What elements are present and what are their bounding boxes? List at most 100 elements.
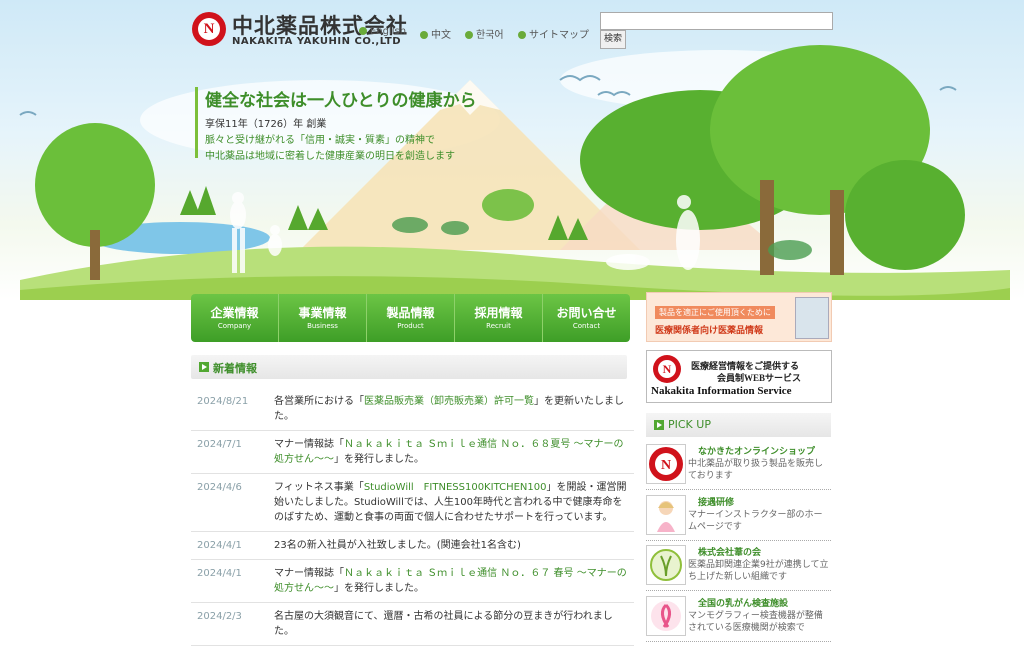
company-logo-icon[interactable]: N <box>192 12 226 46</box>
pickup-desc: マンモグラフィー検査機器が整備されている医療機関が検索で <box>688 611 823 633</box>
news-item: 2024/4/6 フィットネス事業「StudioWill FITNESS100K… <box>191 474 634 532</box>
company-logo-icon: N <box>653 355 681 383</box>
woman-illustration-icon <box>646 495 686 535</box>
arrow-right-icon <box>199 362 209 372</box>
lang-label: 中文 <box>431 30 451 41</box>
news-item: 2024/4/1 23名の新入社員が入社致しました。(関連会社1名含む) <box>191 532 634 560</box>
search-button[interactable]: 検索 <box>600 30 626 49</box>
logo-letter: N <box>658 360 676 378</box>
news-text: マナー情報誌「Ｎａｋａｋｉｔａ Ｓｍｉｌｅ通信 Ｎｏ．６７ 春号 ～マナーの処方… <box>274 566 627 596</box>
news-section-title: 新着情報 <box>213 362 257 375</box>
news-list: 2024/8/21 各営業所における「医薬品販売業（卸売販売業）許可一覧」を更新… <box>191 388 634 646</box>
nav-sublabel: Contact <box>572 322 601 330</box>
online-shop-logo-icon: N <box>646 444 686 484</box>
nav-label: 採用情報 <box>474 306 523 320</box>
nav-sublabel: Company <box>217 322 252 330</box>
news-text: マナー情報誌「Ｎａｋａｋｉｔａ Ｓｍｉｌｅ通信 Ｎｏ．６８夏号 ～マナーの処方せ… <box>274 437 627 467</box>
lang-chinese-link[interactable]: 中文 <box>420 26 451 41</box>
pickup-item-hospitality-training[interactable]: 接遇研修 マナーインストラクター部のホームページです <box>646 493 831 541</box>
pickup-desc: 中北薬品が取り扱う製品を販売しております <box>688 459 824 481</box>
arrow-right-icon <box>654 420 664 430</box>
news-date: 2024/8/21 <box>197 396 249 407</box>
bullet-icon <box>518 31 526 39</box>
news-text: 23名の新入社員が入社致しました。(関連会社1名含む) <box>274 538 627 553</box>
hero-line-spirit: 脈々と受け継がれる「信用・誠実・質素」の精神で <box>205 135 435 146</box>
lang-english-link[interactable]: English <box>359 26 406 37</box>
news-text: 名古屋の大須観音にて、還暦・古希の社員による節分の豆まきが行われました。 <box>274 609 627 639</box>
news-date: 2024/4/6 <box>197 482 242 493</box>
nav-label: お問い合せ <box>556 306 617 320</box>
pickup-title: 接遇研修 <box>698 498 735 508</box>
nav-product[interactable]: 製品情報 Product <box>367 294 455 342</box>
svg-text:N: N <box>661 458 671 473</box>
news-date: 2024/4/1 <box>197 540 242 551</box>
info-banner-line3: Nakakita Information Service <box>651 385 792 397</box>
nav-contact[interactable]: お問い合せ Contact <box>543 294 630 342</box>
news-date: 2024/7/1 <box>197 439 242 450</box>
news-date: 2024/2/3 <box>197 611 242 622</box>
nav-company[interactable]: 企業情報 Company <box>191 294 279 342</box>
bullet-icon <box>420 31 428 39</box>
hero-illustration <box>19 45 1010 300</box>
pickup-title: なかきたオンラインショップ <box>698 447 816 457</box>
lang-korean-link[interactable]: 한국어 <box>465 26 504 41</box>
nav-sublabel: Business <box>307 322 338 330</box>
sitemap-link[interactable]: サイトマップ <box>518 26 589 41</box>
medical-banner-line1: 製品を適正にご使用頂くために <box>655 306 775 319</box>
hero-line-mission: 中北薬品は地域に密着した健康産業の明日を創造します <box>205 151 455 162</box>
news-text-post: 」を発行しました。 <box>334 583 424 594</box>
pickup-item-breast-cancer-screening[interactable]: 全国の乳がん検査施設 マンモグラフィー検査機器が整備されている医療機関が検索で <box>646 594 831 642</box>
nav-business[interactable]: 事業情報 Business <box>279 294 367 342</box>
nav-recruit[interactable]: 採用情報 Recruit <box>455 294 543 342</box>
tagline-accent-bar <box>195 87 198 158</box>
nav-label: 企業情報 <box>210 306 259 320</box>
news-link[interactable]: StudioWill FITNESS100KITCHEN100 <box>364 482 547 493</box>
news-text: 各営業所における「医薬品販売業（卸売販売業）許可一覧」を更新いたしました。 <box>274 394 627 424</box>
search-input[interactable] <box>600 12 833 30</box>
medical-info-banner[interactable]: 製品を適正にご使用頂くために 医療関係者向け医薬品情報 <box>646 292 832 342</box>
pickup-item-ashi-no-kai[interactable]: 株式会社葦の会 医薬品卸関連企業9社が連携して立ち上げた新しい組織です <box>646 543 831 591</box>
nakakita-info-service-banner[interactable]: N 医療経営情報をご提供する 会員制WEBサービス Nakakita Infor… <box>646 350 832 403</box>
pickup-title: 株式会社葦の会 <box>698 548 762 558</box>
lang-label: 한국어 <box>476 30 504 41</box>
info-banner-line2: 会員制WEBサービス <box>717 373 802 383</box>
nav-sublabel: Recruit <box>486 322 511 330</box>
pink-ribbon-icon <box>646 596 686 636</box>
news-text-pre: マナー情報誌「 <box>274 568 344 579</box>
news-link[interactable]: 医薬品販売業（卸売販売業）許可一覧 <box>364 396 534 407</box>
pickup-desc: 医薬品卸関連企業9社が連携して立ち上げた新しい組織です <box>688 560 829 582</box>
news-text-pre: フィットネス事業「 <box>274 482 364 493</box>
nav-label: 事業情報 <box>298 306 347 320</box>
hospital-building-icon <box>795 297 829 339</box>
news-section-header: 新着情報 <box>191 355 627 379</box>
news-date: 2024/4/1 <box>197 568 242 579</box>
news-text-post: 」を発行しました。 <box>334 454 424 465</box>
news-item: 2024/8/21 各営業所における「医薬品販売業（卸売販売業）許可一覧」を更新… <box>191 388 634 431</box>
hero-line-founded: 享保11年（1726）年 創業 <box>205 119 327 130</box>
bullet-icon <box>465 31 473 39</box>
header-hero: N 中北薬品株式会社 NAKAKITA YAKUHIN CO.,LTD Engl… <box>0 0 1024 300</box>
pickup-section-header: PICK UP <box>646 413 831 437</box>
news-text-pre: 名古屋の大須観音にて、還暦・古希の社員による節分の豆まきが行われました。 <box>274 611 613 637</box>
news-text-pre: マナー情報誌「 <box>274 439 344 450</box>
lang-label: English <box>370 26 407 37</box>
pickup-desc: マナーインストラクター部のホームページです <box>688 510 823 532</box>
global-nav: 企業情報 Company 事業情報 Business 製品情報 Product 採用情… <box>191 294 630 342</box>
pickup-title: 全国の乳がん検査施設 <box>698 599 789 609</box>
logo-letter: N <box>198 18 220 40</box>
lang-label: サイトマップ <box>529 30 589 41</box>
news-item: 2024/4/1 マナー情報誌「Ｎａｋａｋｉｔａ Ｓｍｉｌｅ通信 Ｎｏ．６７ 春… <box>191 560 634 603</box>
bullet-icon <box>359 27 367 35</box>
news-text-pre: 23名の新入社員が入社致しました。(関連会社1名含む) <box>274 540 521 551</box>
news-text-pre: 各営業所における「 <box>274 396 364 407</box>
nav-label: 製品情報 <box>386 306 435 320</box>
company-name-en: NAKAKITA YAKUHIN CO.,LTD <box>232 36 402 47</box>
reed-logo-icon <box>646 545 686 585</box>
pickup-item-online-shop[interactable]: N なかきたオンラインショップ 中北薬品が取り扱う製品を販売しております <box>646 442 831 490</box>
pickup-section-title: PICK UP <box>668 418 711 431</box>
news-text: フィットネス事業「StudioWill FITNESS100KITCHEN100… <box>274 480 627 525</box>
hero-tagline: 健全な社会は一人ひとりの健康から <box>205 91 477 111</box>
nav-sublabel: Product <box>397 322 424 330</box>
medical-banner-line2: 医療関係者向け医薬品情報 <box>655 326 764 336</box>
news-item: 2024/7/1 マナー情報誌「Ｎａｋａｋｉｔａ Ｓｍｉｌｅ通信 Ｎｏ．６８夏号… <box>191 431 634 474</box>
